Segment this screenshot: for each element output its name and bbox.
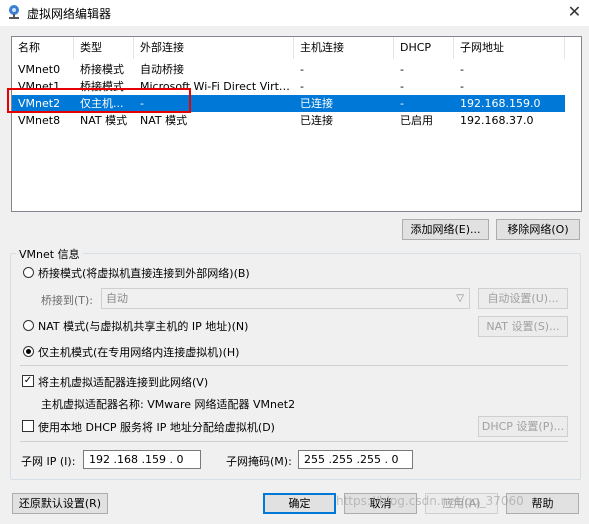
auto-settings-button[interactable]: 自动设置(U)... xyxy=(478,288,568,309)
table-cell: VMnet0 xyxy=(18,63,61,76)
adapter-name-text: 主机虚拟适配器名称: VMware 网络适配器 VMnet2 xyxy=(41,398,296,411)
close-icon[interactable]: ✕ xyxy=(560,0,589,26)
subnet-mask-label: 子网掩码(M): xyxy=(226,455,292,468)
chevron-down-icon: ▽ xyxy=(456,293,464,304)
table-cell: 192.168.37.0 xyxy=(460,114,534,127)
table-cell: 已启用 xyxy=(400,114,433,127)
table-row[interactable]: VMnet8 NAT 模式 NAT 模式 已连接 已启用 192.168.37.… xyxy=(12,112,565,129)
column-header-host[interactable]: 主机连接 xyxy=(294,37,394,59)
divider xyxy=(20,441,568,442)
table-cell: 已连接 xyxy=(300,114,333,127)
table-cell: - xyxy=(400,63,404,76)
connect-adapter-checkbox[interactable]: ✓ xyxy=(22,375,34,387)
table-cell: - xyxy=(460,80,464,93)
bridged-label[interactable]: 桥接模式(将虚拟机直接连接到外部网络)(B) xyxy=(38,265,250,281)
column-header-type[interactable]: 类型 xyxy=(74,37,134,59)
table-cell: VMnet8 xyxy=(18,114,61,127)
divider xyxy=(20,365,568,366)
table-row[interactable]: VMnet0 桥接模式 自动桥接 - - - xyxy=(12,61,565,78)
dhcp-settings-button[interactable]: DHCP 设置(P)... xyxy=(478,416,568,437)
table-cell: 桥接模式 xyxy=(80,63,124,76)
restore-defaults-button[interactable]: 还原默认设置(R) xyxy=(12,493,108,514)
bridge-to-select[interactable]: 自动 ▽ xyxy=(101,288,470,309)
table-cell: - xyxy=(400,97,404,110)
network-list[interactable]: 名称 类型 外部连接 主机连接 DHCP 子网地址 VMnet0 桥接模式 自动… xyxy=(11,36,582,212)
nat-settings-button[interactable]: NAT 设置(S)... xyxy=(478,316,568,337)
column-header-external[interactable]: 外部连接 xyxy=(134,37,294,59)
bridged-radio[interactable] xyxy=(23,267,34,278)
table-cell: 自动桥接 xyxy=(140,63,184,76)
nat-radio[interactable] xyxy=(23,320,34,331)
watermark: https://blog.csdn.net/qq_37060 xyxy=(336,494,524,508)
table-cell: - xyxy=(300,80,304,93)
table-cell: NAT 模式 xyxy=(140,114,188,127)
add-network-button[interactable]: 添加网络(E)... xyxy=(402,219,489,240)
title-bar: 虚拟网络编辑器 ✕ xyxy=(0,0,589,26)
connect-adapter-label[interactable]: 将主机虚拟适配器连接到此网络(V) xyxy=(38,374,208,390)
table-cell: NAT 模式 xyxy=(80,114,128,127)
nat-label[interactable]: NAT 模式(与虚拟机共享主机的 IP 地址)(N) xyxy=(38,318,248,334)
host-only-label[interactable]: 仅主机模式(在专用网络内连接虚拟机)(H) xyxy=(38,344,239,360)
network-icon xyxy=(9,5,19,19)
dhcp-label[interactable]: 使用本地 DHCP 服务将 IP 地址分配给虚拟机(D) xyxy=(38,419,275,435)
table-cell: - xyxy=(300,63,304,76)
remove-network-button[interactable]: 移除网络(O) xyxy=(496,219,580,240)
host-only-radio[interactable] xyxy=(23,346,34,357)
group-title: VMnet 信息 xyxy=(16,246,83,262)
subnet-mask-input[interactable]: 255 .255 .255 . 0 xyxy=(298,450,413,469)
subnet-ip-input[interactable]: 192 .168 .159 . 0 xyxy=(83,450,201,469)
window-title: 虚拟网络编辑器 xyxy=(27,7,112,21)
table-cell: 192.168.159.0 xyxy=(460,97,541,110)
highlight-annotation xyxy=(7,88,191,113)
ok-button[interactable]: 确定 xyxy=(263,493,336,514)
column-header-dhcp[interactable]: DHCP xyxy=(394,37,454,59)
bridge-to-label: 桥接到(T): xyxy=(41,294,94,307)
table-cell: 已连接 xyxy=(300,97,333,110)
table-cell: - xyxy=(400,80,404,93)
column-header-name[interactable]: 名称 xyxy=(12,37,74,59)
dhcp-checkbox[interactable] xyxy=(22,420,34,432)
bridge-to-value: 自动 xyxy=(106,292,128,305)
table-cell: - xyxy=(460,63,464,76)
subnet-ip-label: 子网 IP (I): xyxy=(21,455,76,468)
column-header-subnet[interactable]: 子网地址 xyxy=(454,37,565,59)
